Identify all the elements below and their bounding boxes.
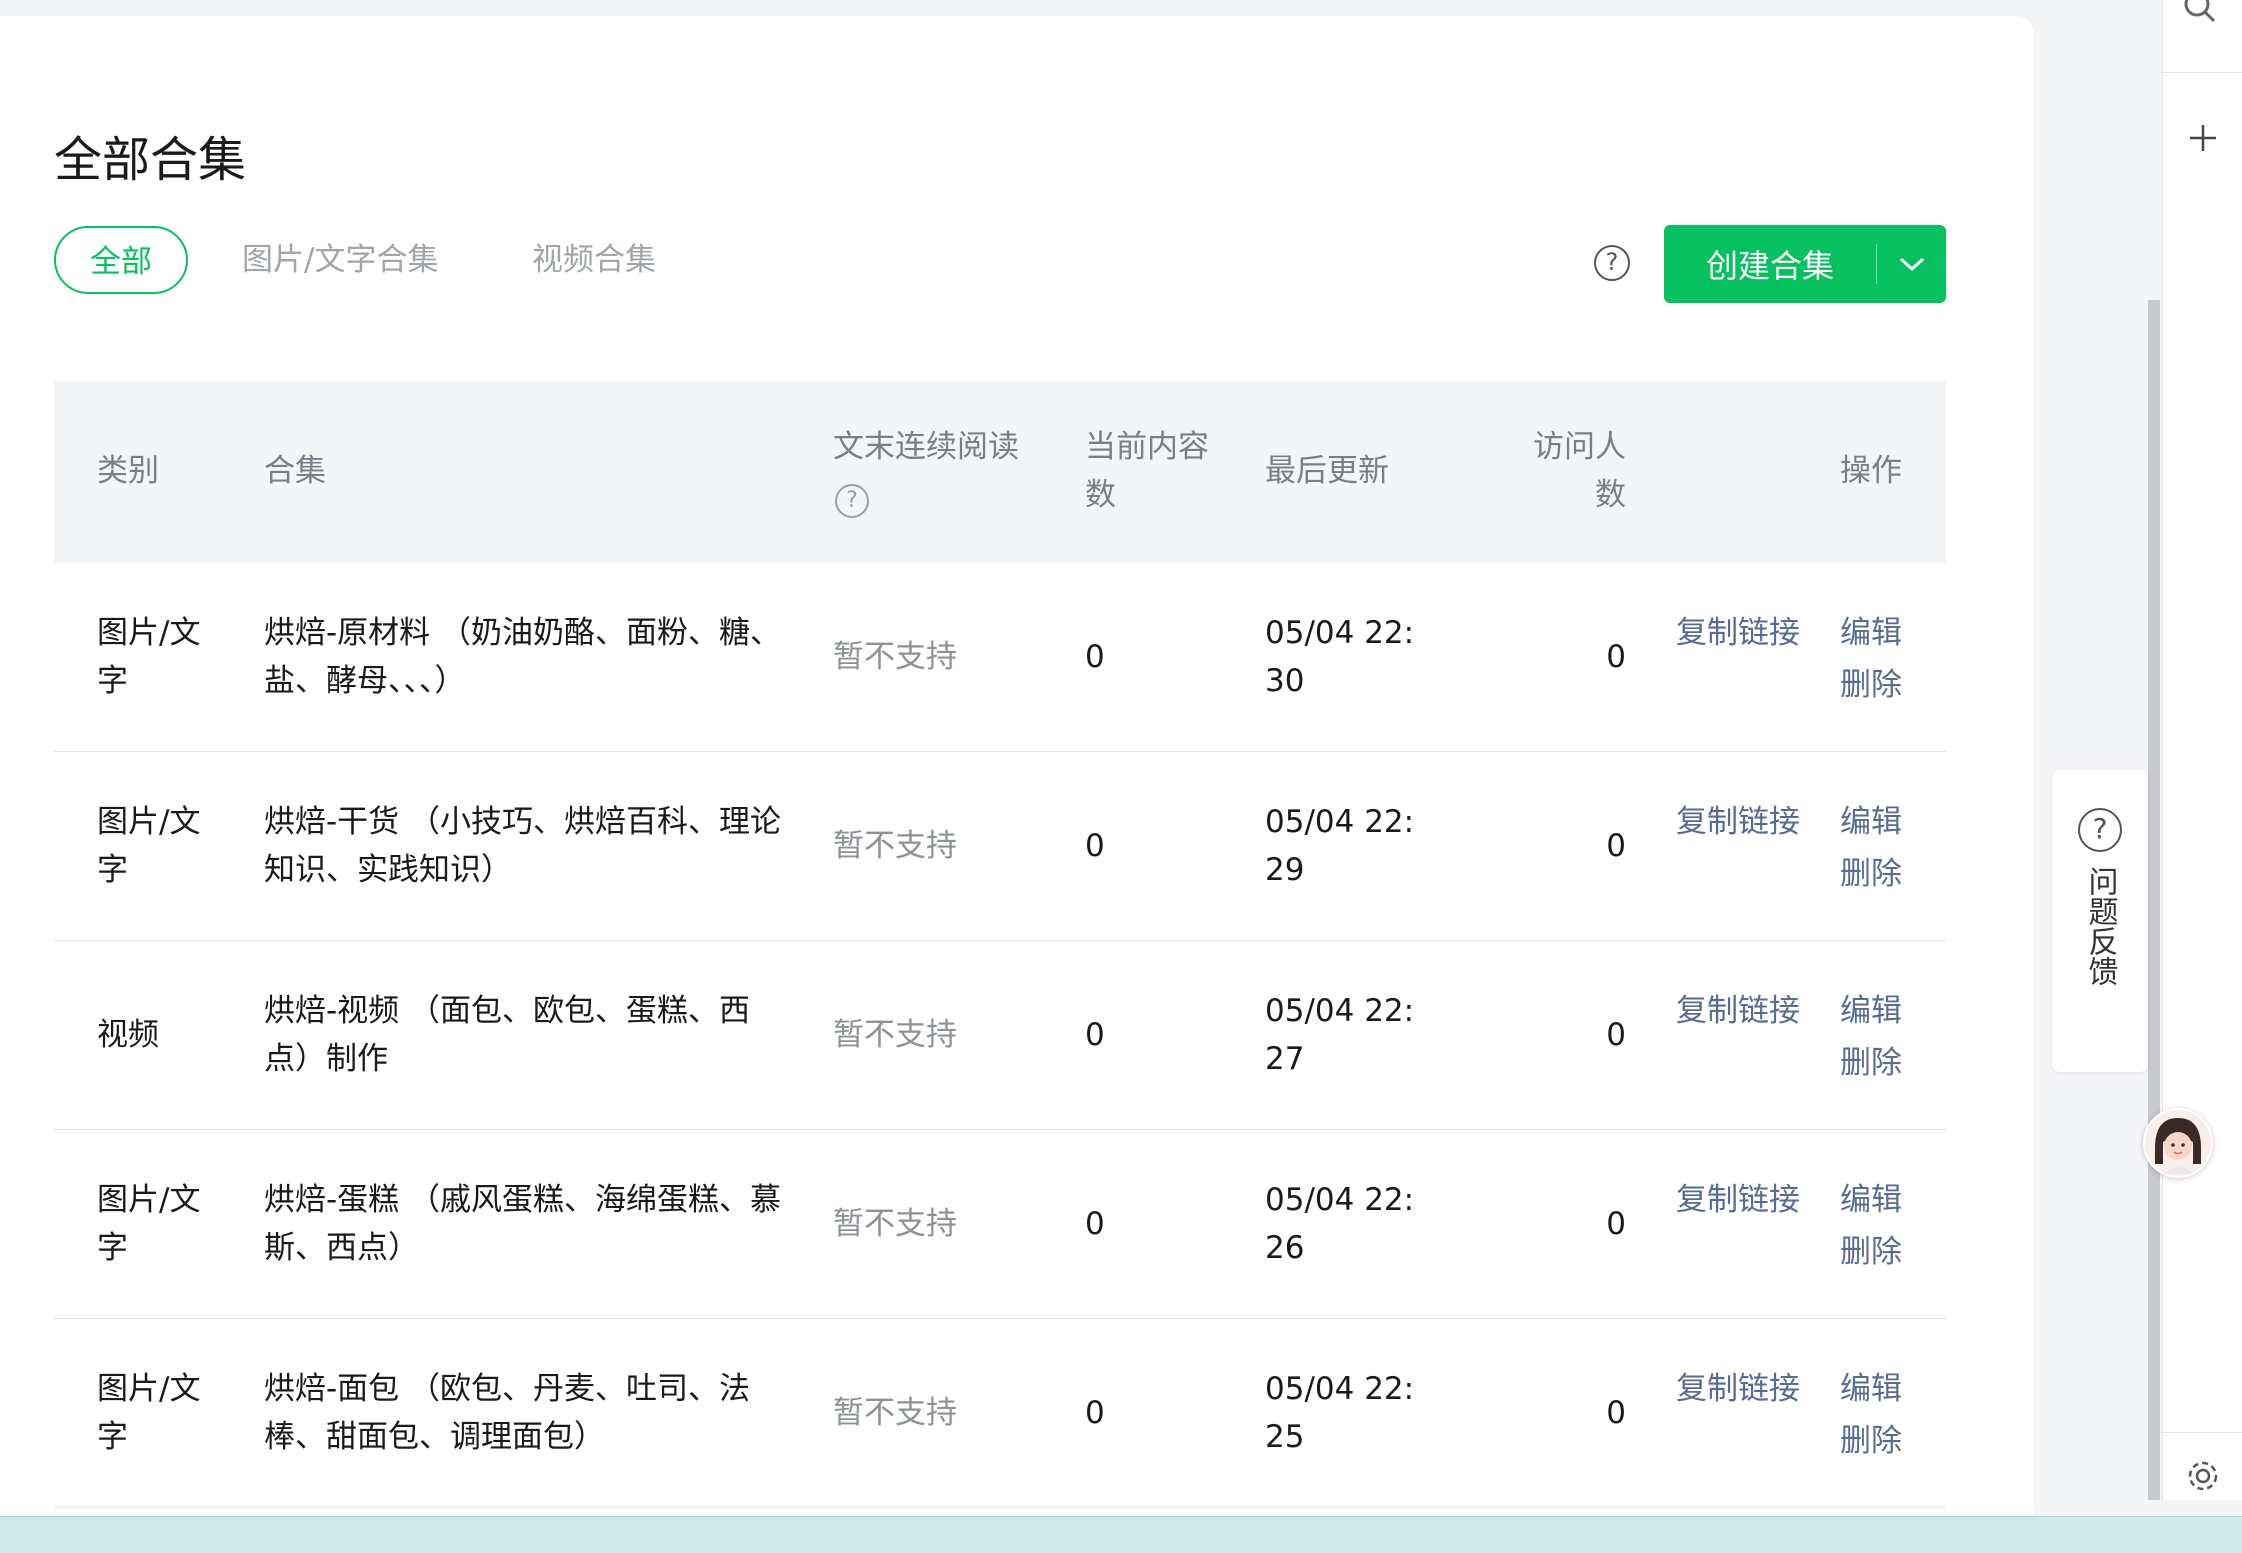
header-visitors-line2: 数	[1595, 477, 1626, 513]
copy-link-button[interactable]: 复制链接	[1676, 609, 1800, 657]
row-count: 0	[1085, 1206, 1105, 1242]
tab-video[interactable]: 视频合集	[532, 226, 656, 294]
row-collection-name: 烘焙-蛋糕 （戚风蛋糕、海绵蛋糕、慕	[264, 1182, 782, 1218]
copy-link-button[interactable]: 复制链接	[1676, 987, 1800, 1035]
row-continuous-status: 暂不支持	[833, 1395, 957, 1431]
feedback-label[interactable]: 问题反馈	[2079, 866, 2122, 986]
question-icon[interactable]: ?	[835, 484, 869, 518]
right-toolbar	[2162, 0, 2242, 1500]
row-category-line2: 字	[97, 852, 128, 888]
question-icon[interactable]: ?	[1594, 245, 1630, 281]
row-visitors: 0	[1606, 828, 1626, 864]
settings-icon[interactable]	[2185, 1458, 2221, 1498]
delete-button[interactable]: 删除	[1840, 1417, 1902, 1465]
delete-button[interactable]: 删除	[1840, 661, 1902, 709]
edit-button[interactable]: 编辑	[1840, 798, 1902, 846]
row-visitors: 0	[1606, 1206, 1626, 1242]
row-updated: 05/04 22:	[1265, 993, 1415, 1029]
row-category: 图片/文	[97, 1371, 201, 1407]
row-category: 图片/文	[97, 804, 201, 840]
row-count: 0	[1085, 1017, 1105, 1053]
row-collection-name-line2: 知识、实践知识）	[264, 852, 512, 888]
rail-divider	[2163, 72, 2242, 73]
header-count-line2: 数	[1085, 477, 1116, 513]
row-collection-name-line2: 斯、西点）	[264, 1230, 419, 1266]
row-collection-name-line2: 盐、酵母、、、）	[264, 663, 466, 699]
header-continuous-help[interactable]: ?	[835, 473, 869, 521]
row-updated-line2: 25	[1265, 1419, 1305, 1455]
taskbar	[0, 1516, 2242, 1553]
row-count: 0	[1085, 828, 1105, 864]
edit-button[interactable]: 编辑	[1840, 987, 1902, 1035]
delete-button[interactable]: 删除	[1840, 850, 1902, 898]
copy-link-button[interactable]: 复制链接	[1676, 1176, 1800, 1224]
row-visitors: 0	[1606, 1017, 1626, 1053]
table-header: 类别 合集 文末连续阅读 ? 当前内容 数 最后更新 访问人 数 操作	[54, 381, 1946, 563]
create-collection-label[interactable]: 创建合集	[1664, 241, 1876, 287]
row-category: 图片/文	[97, 1182, 201, 1218]
edit-button[interactable]: 编辑	[1840, 1365, 1902, 1413]
question-icon[interactable]: ?	[2078, 808, 2122, 852]
row-updated-line2: 26	[1265, 1230, 1305, 1266]
table-row: 视频 烘焙-视频 （面包、欧包、蛋糕、西 点）制作 暂不支持 0 05/04 2…	[54, 941, 1946, 1130]
search-icon[interactable]	[2183, 0, 2219, 32]
row-updated: 05/04 22:	[1265, 1182, 1415, 1218]
scrollbar[interactable]	[2148, 300, 2160, 1500]
header-visitors: 访问人	[1533, 429, 1626, 465]
row-updated-line2: 30	[1265, 663, 1305, 699]
row-updated-line2: 27	[1265, 1041, 1305, 1077]
avatar[interactable]	[2143, 1108, 2213, 1178]
header-continuous-read: 文末连续阅读	[833, 429, 1019, 465]
row-continuous-status: 暂不支持	[833, 1017, 957, 1053]
table-row: 图片/文 字 烘焙-原材料 （奶油奶酪、面粉、糖、 盐、酵母、、、） 暂不支持 …	[54, 563, 1946, 752]
row-count: 0	[1085, 1395, 1105, 1431]
row-continuous-status: 暂不支持	[833, 828, 957, 864]
row-collection-name-line2: 点）制作	[264, 1041, 388, 1077]
page-title: 全部合集	[54, 132, 247, 188]
row-updated: 05/04 22:	[1265, 1371, 1415, 1407]
edit-button[interactable]: 编辑	[1840, 1176, 1902, 1224]
row-updated-line2: 29	[1265, 852, 1305, 888]
header-collection: 合集	[264, 453, 326, 489]
table-row: 图片/文 字 烘焙-面包 （欧包、丹麦、吐司、法 棒、甜面包、调理面包） 暂不支…	[54, 1319, 1946, 1508]
row-category-line2: 字	[97, 663, 128, 699]
row-count: 0	[1085, 639, 1105, 675]
header-updated: 最后更新	[1265, 453, 1389, 489]
row-category: 图片/文	[97, 615, 201, 651]
table-row: 图片/文 字 烘焙-蛋糕 （戚风蛋糕、海绵蛋糕、慕 斯、西点） 暂不支持 0 0…	[54, 1130, 1946, 1319]
row-category-line2: 字	[97, 1230, 128, 1266]
row-updated: 05/04 22:	[1265, 804, 1415, 840]
tab-image-text[interactable]: 图片/文字合集	[242, 226, 438, 294]
row-collection-name-line2: 棒、甜面包、调理面包）	[264, 1419, 605, 1455]
main-card: 全部合集 全部 图片/文字合集 视频合集 ? 创建合集 类别 合集 文末连续阅读…	[0, 16, 2034, 1516]
row-visitors: 0	[1606, 1395, 1626, 1431]
row-visitors: 0	[1606, 639, 1626, 675]
table-row: 图片/文 字 烘焙-干货 （小技巧、烘焙百科、理论 知识、实践知识） 暂不支持 …	[54, 752, 1946, 941]
row-collection-name: 烘焙-视频 （面包、欧包、蛋糕、西	[264, 993, 751, 1029]
header-actions: 操作	[1840, 453, 1902, 489]
create-collection-button[interactable]: 创建合集	[1664, 225, 1946, 303]
chevron-down-icon[interactable]	[1877, 255, 1946, 273]
feedback-widget[interactable]: ? 问题反馈	[2052, 770, 2148, 1072]
row-continuous-status: 暂不支持	[833, 639, 957, 675]
header-category: 类别	[97, 453, 159, 489]
row-updated: 05/04 22:	[1265, 615, 1415, 651]
delete-button[interactable]: 删除	[1840, 1039, 1902, 1087]
tab-all[interactable]: 全部	[54, 226, 188, 294]
row-category: 视频	[97, 1017, 159, 1053]
copy-link-button[interactable]: 复制链接	[1676, 1365, 1800, 1413]
rail-divider	[2163, 1432, 2242, 1433]
header-count: 当前内容	[1085, 429, 1209, 465]
row-collection-name: 烘焙-面包 （欧包、丹麦、吐司、法	[264, 1371, 751, 1407]
row-category-line2: 字	[97, 1419, 128, 1455]
row-collection-name: 烘焙-干货 （小技巧、烘焙百科、理论	[264, 804, 782, 840]
row-continuous-status: 暂不支持	[833, 1206, 957, 1242]
copy-link-button[interactable]: 复制链接	[1676, 798, 1800, 846]
delete-button[interactable]: 删除	[1840, 1228, 1902, 1276]
edit-button[interactable]: 编辑	[1840, 609, 1902, 657]
plus-icon[interactable]	[2187, 122, 2219, 158]
row-collection-name: 烘焙-原材料 （奶油奶酪、面粉、糖、	[264, 615, 782, 651]
